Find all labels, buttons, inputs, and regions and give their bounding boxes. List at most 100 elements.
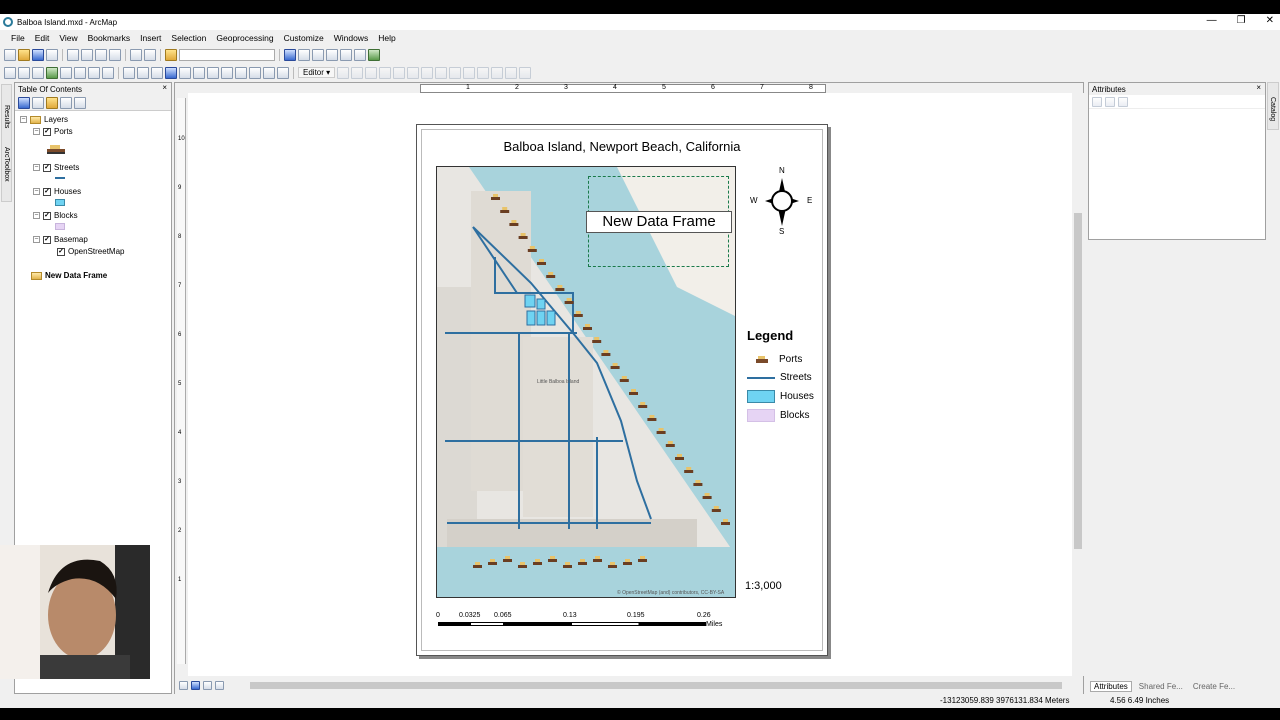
point-icon[interactable]: [407, 66, 420, 79]
sketch-tool-icon[interactable]: [351, 66, 364, 79]
delete-icon[interactable]: [109, 48, 121, 61]
save-icon[interactable]: [32, 48, 44, 61]
legend-title[interactable]: Legend: [747, 328, 793, 343]
horizontal-scroll-thumb[interactable]: [250, 682, 1062, 689]
time-slider-icon[interactable]: [263, 66, 275, 79]
data-frame-new[interactable]: New Data Frame: [31, 271, 107, 280]
zoom-out-icon[interactable]: [18, 66, 30, 79]
menu-geoprocessing[interactable]: Geoprocessing: [211, 33, 278, 43]
menu-help[interactable]: Help: [373, 33, 400, 43]
straight-segment-icon[interactable]: [365, 66, 378, 79]
list-by-drawing-order-icon[interactable]: [18, 96, 30, 109]
attributes-icon[interactable]: [491, 66, 504, 79]
tab-create-features[interactable]: Create Fe...: [1190, 682, 1238, 691]
map-scale-combo[interactable]: [179, 48, 275, 61]
pause-drawing-icon[interactable]: [215, 681, 224, 690]
legend-item-ports[interactable]: Ports: [750, 353, 802, 365]
select-elements-icon[interactable]: [151, 66, 163, 79]
basemap-visibility-checkbox[interactable]: ✓: [43, 235, 51, 244]
cut-icon[interactable]: [67, 48, 79, 61]
layer-streets[interactable]: – ✓ Streets: [33, 163, 79, 172]
layer-openstreetmap[interactable]: ✓ OpenStreetMap: [57, 247, 124, 256]
toc-options-icon[interactable]: [74, 96, 86, 109]
find-icon[interactable]: [221, 66, 233, 79]
end-point-arc-icon[interactable]: [379, 66, 392, 79]
split-icon[interactable]: [463, 66, 476, 79]
list-by-source-icon[interactable]: [32, 96, 44, 109]
forward-extent-icon[interactable]: [102, 66, 114, 79]
new-document-icon[interactable]: [4, 48, 16, 61]
arctoolbox-tab[interactable]: ArcToolbox: [3, 147, 10, 182]
editor-menu-button[interactable]: Editor ▾: [298, 67, 336, 78]
layer-basemap[interactable]: – ✓ Basemap: [33, 235, 88, 244]
identify-icon[interactable]: [165, 66, 177, 79]
collapse-icon[interactable]: –: [33, 236, 40, 243]
back-extent-icon[interactable]: [88, 66, 100, 79]
menu-customize[interactable]: Customize: [279, 33, 329, 43]
hyperlink-icon[interactable]: [179, 66, 191, 79]
refresh-icon[interactable]: [203, 681, 212, 690]
close-icon[interactable]: ×: [1256, 83, 1261, 92]
rotate-icon[interactable]: [477, 66, 490, 79]
edit-vertices-icon[interactable]: [421, 66, 434, 79]
add-data-icon[interactable]: [165, 48, 177, 61]
legend-item-streets[interactable]: Streets: [747, 372, 812, 383]
vertical-scrollbar[interactable]: [1072, 93, 1084, 676]
legend-item-blocks[interactable]: Blocks: [747, 409, 809, 422]
create-viewer-window-icon[interactable]: [277, 66, 289, 79]
print-icon[interactable]: [46, 48, 58, 61]
fixed-zoom-in-icon[interactable]: [60, 66, 72, 79]
open-folder-icon[interactable]: [18, 48, 30, 61]
html-popup-icon[interactable]: [193, 66, 205, 79]
catalog-tab[interactable]: Catalog: [1269, 97, 1276, 121]
menu-edit[interactable]: Edit: [30, 33, 55, 43]
openstreetmap-visibility-checkbox[interactable]: ✓: [57, 247, 65, 256]
collapse-icon[interactable]: –: [33, 188, 40, 195]
redo-icon[interactable]: [144, 48, 156, 61]
paste-icon[interactable]: [95, 48, 107, 61]
close-window-button[interactable]: ✕: [1266, 15, 1274, 26]
find-route-icon[interactable]: [235, 66, 247, 79]
editor-toolbar-icon[interactable]: [284, 48, 296, 61]
menu-windows[interactable]: Windows: [329, 33, 373, 43]
restore-button[interactable]: ❐: [1237, 15, 1246, 26]
select-features-icon[interactable]: [123, 66, 135, 79]
list-by-selection-icon[interactable]: [60, 96, 72, 109]
new-data-frame-label-box[interactable]: New Data Frame: [586, 211, 732, 233]
tab-shared-features[interactable]: Shared Fe...: [1136, 682, 1186, 691]
measure-icon[interactable]: [207, 66, 219, 79]
collapse-icon[interactable]: –: [33, 212, 40, 219]
ports-visibility-checkbox[interactable]: ✓: [43, 127, 51, 136]
collapse-icon[interactable]: –: [33, 128, 40, 135]
north-arrow[interactable]: N S E W: [750, 166, 812, 236]
show-all-icon[interactable]: [1118, 96, 1128, 107]
clear-selection-icon[interactable]: [137, 66, 149, 79]
data-view-icon[interactable]: [179, 681, 188, 690]
close-icon[interactable]: ×: [162, 83, 167, 92]
table-of-contents-icon[interactable]: [298, 48, 310, 61]
python-window-icon[interactable]: [354, 48, 366, 61]
blocks-visibility-checkbox[interactable]: ✓: [43, 211, 51, 220]
menu-file[interactable]: File: [6, 33, 30, 43]
tab-attributes[interactable]: Attributes: [1090, 680, 1132, 692]
horizontal-scrollbar[interactable]: [242, 680, 1072, 691]
results-tab[interactable]: Results: [3, 105, 10, 128]
layout-view-icon[interactable]: [191, 681, 200, 690]
reshape-icon[interactable]: [435, 66, 448, 79]
scale-bar[interactable]: 0 0.0325 0.065 0.13 0.195 0.26 Miles: [436, 612, 736, 632]
menu-bookmarks[interactable]: Bookmarks: [83, 33, 136, 43]
scale-text[interactable]: 1:3,000: [745, 580, 782, 592]
collapse-icon[interactable]: –: [20, 116, 27, 123]
arctoolbox-icon[interactable]: [340, 48, 352, 61]
layer-houses[interactable]: – ✓ Houses: [33, 187, 81, 196]
minimize-button[interactable]: —: [1207, 15, 1217, 26]
create-features-icon[interactable]: [519, 66, 532, 79]
houses-visibility-checkbox[interactable]: ✓: [43, 187, 51, 196]
layers-node[interactable]: – Layers: [20, 115, 68, 124]
collapse-icon[interactable]: –: [33, 164, 40, 171]
full-extent-icon[interactable]: [46, 66, 58, 79]
list-by-visibility-icon[interactable]: [46, 96, 58, 109]
undo-icon[interactable]: [130, 48, 142, 61]
sketch-properties-icon[interactable]: [505, 66, 518, 79]
sort-icon[interactable]: [1105, 96, 1115, 107]
